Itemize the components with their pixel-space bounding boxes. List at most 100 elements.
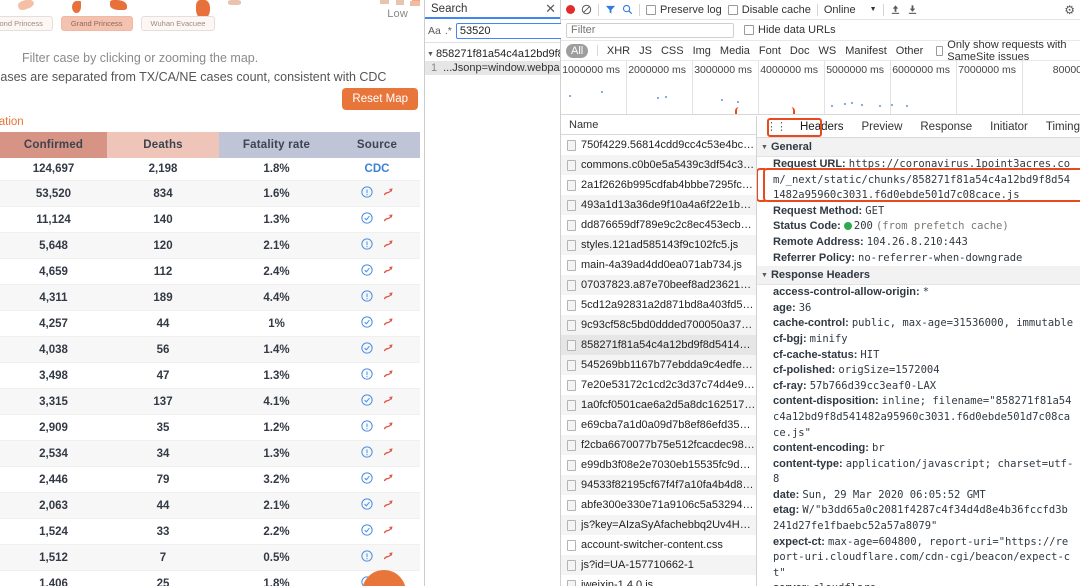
request-list-header[interactable]: Name xyxy=(561,116,756,135)
reset-map-button[interactable]: Reset Map xyxy=(342,88,418,110)
ribbon-icon[interactable] xyxy=(382,238,394,253)
table-row[interactable]: 3,315 137 4.1% xyxy=(0,388,420,415)
type-filter-js[interactable]: JS xyxy=(639,45,652,57)
table-row[interactable]: 2,446 79 3.2% xyxy=(0,466,420,493)
cell-source[interactable] xyxy=(334,206,420,233)
ribbon-icon[interactable] xyxy=(382,264,394,279)
cell-source[interactable] xyxy=(334,362,420,389)
chevron-down-icon[interactable]: ▼ xyxy=(870,6,877,13)
checkbox-box[interactable] xyxy=(744,25,754,35)
ribbon-icon[interactable] xyxy=(382,212,394,227)
verified-icon[interactable] xyxy=(360,394,373,409)
request-list[interactable]: Name 750f4229.56814cdd9cc4c53e4bc2.js com… xyxy=(561,116,757,586)
network-overview-timeline[interactable]: 80000 7000000 ms 6000000 ms 5000000 ms 40000… xyxy=(561,61,1080,115)
type-filter-media[interactable]: Media xyxy=(720,45,750,57)
cell-source[interactable] xyxy=(334,258,420,285)
cell-source[interactable] xyxy=(334,388,420,415)
info-icon[interactable] xyxy=(360,238,373,253)
filter-icon[interactable] xyxy=(605,4,616,15)
cell-source[interactable] xyxy=(334,544,420,571)
table-row[interactable]: 4,257 44 1% xyxy=(0,310,420,337)
col-header-deaths[interactable]: Deaths xyxy=(107,132,219,158)
request-row[interactable]: jweixin-1.4.0.js xyxy=(561,575,756,586)
table-row[interactable]: 2,534 34 1.3% xyxy=(0,440,420,467)
request-row[interactable]: 9c93cf58c5bd0ddded700050a3793... xyxy=(561,315,756,335)
type-filter-img[interactable]: Img xyxy=(693,45,711,57)
filter-input[interactable] xyxy=(566,22,734,38)
info-icon[interactable] xyxy=(360,368,373,383)
table-row[interactable]: 1,512 7 0.5% xyxy=(0,544,420,571)
col-header-fatality-rate[interactable]: Fatality rate xyxy=(219,132,334,158)
checkbox-box[interactable] xyxy=(936,45,944,56)
verified-icon[interactable] xyxy=(360,316,373,331)
table-row[interactable]: 1,524 33 2.2% xyxy=(0,518,420,545)
request-row[interactable]: 1a0fcf0501cae6a2d5a8dc16251717... xyxy=(561,395,756,415)
close-icon[interactable]: ✕ xyxy=(545,2,556,15)
table-row[interactable]: 3,498 47 1.3% xyxy=(0,362,420,389)
tab-initiator[interactable]: Initiator xyxy=(981,118,1037,136)
ribbon-icon[interactable] xyxy=(382,498,394,513)
cell-source[interactable] xyxy=(334,518,420,545)
request-row[interactable]: 07037823.a87e70beef8ad2362180.js xyxy=(561,275,756,295)
ribbon-icon[interactable] xyxy=(382,472,394,487)
request-row[interactable]: 7e20e53172c1cd2c3d37c74d4e994... xyxy=(561,375,756,395)
type-filter-xhr[interactable]: XHR xyxy=(607,45,630,57)
table-row[interactable]: 5,648 120 2.1% xyxy=(0,232,420,259)
request-row[interactable]: 750f4229.56814cdd9cc4c53e4bc2.js xyxy=(561,135,756,155)
info-icon[interactable] xyxy=(360,550,373,565)
chevron-down-icon[interactable]: ▼ xyxy=(761,272,768,279)
type-filter-font[interactable]: Font xyxy=(759,45,781,57)
verified-icon[interactable] xyxy=(360,498,373,513)
ribbon-icon[interactable] xyxy=(382,290,394,305)
chip-wuhan-evacuee[interactable]: Wuhan Evacuee xyxy=(140,16,216,31)
tab-headers[interactable]: Headers xyxy=(791,118,852,136)
cell-source[interactable]: CDC xyxy=(334,158,420,181)
tab-response[interactable]: Response xyxy=(911,118,981,136)
tab-timing[interactable]: Timing xyxy=(1037,118,1080,136)
response-headers-section-header[interactable]: ▼ Response Headers xyxy=(757,266,1080,286)
col-header-confirmed[interactable]: Confirmed xyxy=(0,132,107,158)
chip-diamond-princess[interactable]: Diamond Princess xyxy=(0,16,53,31)
cell-source[interactable] xyxy=(334,310,420,337)
cell-source[interactable] xyxy=(334,466,420,493)
table-row[interactable]: 2,063 44 2.1% xyxy=(0,492,420,519)
samesite-issues-checkbox[interactable]: Only show requests with SameSite issues xyxy=(936,39,1075,63)
request-row[interactable]: 493a1d13a36de9f10a4a6f22e1b926... xyxy=(561,195,756,215)
tab-preview[interactable]: Preview xyxy=(852,118,911,136)
ribbon-icon[interactable] xyxy=(382,342,394,357)
match-case-icon[interactable]: Aa xyxy=(428,25,441,37)
type-filter-other[interactable]: Other xyxy=(896,45,924,57)
request-row[interactable]: commons.c0b0e5a5439c3df54c34.js xyxy=(561,155,756,175)
request-row[interactable]: dd876659df789e9c2c8ec453ecb64... xyxy=(561,215,756,235)
table-row[interactable]: 4,311 189 4.4% xyxy=(0,284,420,311)
table-row[interactable]: 53,520 834 1.6% xyxy=(0,180,420,207)
cell-source[interactable] xyxy=(334,414,420,441)
gear-icon[interactable]: ⚙ xyxy=(1064,3,1075,17)
request-row[interactable]: account-switcher-content.css xyxy=(561,535,756,555)
preserve-log-checkbox[interactable]: Preserve log xyxy=(646,4,722,16)
request-row[interactable]: e99db3f08e2e7030eb15535fc9de7e... xyxy=(561,455,756,475)
request-row[interactable]: 858271f81a54c4a12bd9f8d541482a... xyxy=(561,335,756,355)
request-row[interactable]: js?id=UA-157710662-1 xyxy=(561,555,756,575)
export-har-icon[interactable] xyxy=(907,4,918,15)
record-icon[interactable] xyxy=(566,5,575,14)
info-icon[interactable] xyxy=(360,446,373,461)
type-filter-manifest[interactable]: Manifest xyxy=(845,45,887,57)
cell-source[interactable] xyxy=(334,492,420,519)
type-filter-doc[interactable]: Doc xyxy=(790,45,810,57)
cell-source[interactable] xyxy=(334,232,420,259)
more-tabs-icon[interactable]: ⋮⋮ xyxy=(761,120,791,133)
cell-source[interactable] xyxy=(334,440,420,467)
request-row[interactable]: styles.121ad585143f9c102fc5.js xyxy=(561,235,756,255)
search-result-file[interactable]: ▼ 858271f81a54c4a12bd9f8d... xyxy=(425,47,560,61)
info-icon[interactable] xyxy=(360,290,373,305)
source-link-cdc[interactable]: CDC xyxy=(365,163,390,175)
chip-grand-princess[interactable]: Grand Princess xyxy=(60,16,133,31)
search-tab-label[interactable]: Search xyxy=(431,3,467,15)
request-row[interactable]: abfe300e330e71a9106c5a53294195... xyxy=(561,495,756,515)
cell-source[interactable] xyxy=(334,180,420,207)
ribbon-icon[interactable] xyxy=(382,550,394,565)
import-har-icon[interactable] xyxy=(890,4,901,15)
map-filter-chips[interactable]: Diamond Princess Grand Princess Wuhan Ev… xyxy=(0,16,216,31)
hide-data-urls-checkbox[interactable]: Hide data URLs xyxy=(744,24,836,36)
